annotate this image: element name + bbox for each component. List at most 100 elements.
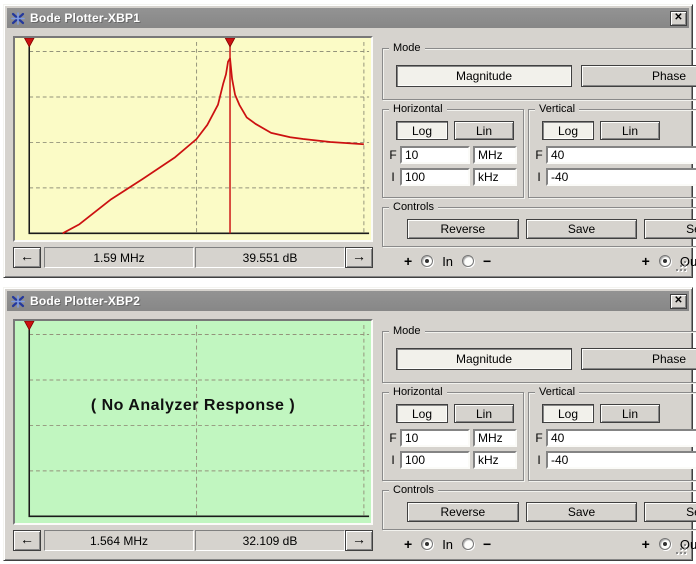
plot-column: ( No Analyzer Response ) ← 1.564 MHz 32.… xyxy=(13,319,373,558)
io-terminals-row: + In − + Out − xyxy=(382,253,696,269)
vertical-group-label: Vertical xyxy=(535,386,579,399)
bode-plot-area[interactable] xyxy=(13,36,373,242)
vertical-lin-button[interactable]: Lin xyxy=(600,121,660,140)
horizontal-initial-label: I xyxy=(389,170,397,184)
vertical-final-label: F xyxy=(535,148,543,162)
in-plus-radio[interactable] xyxy=(421,538,433,550)
cursor-statusbar: ← 1.564 MHz 32.109 dB → xyxy=(13,530,373,551)
vertical-initial-label: I xyxy=(535,170,543,184)
horizontal-final-value-input[interactable] xyxy=(400,146,470,164)
settings-panel: Mode Magnitude Phase Horizontal Log Lin … xyxy=(382,319,696,558)
vertical-lin-button[interactable]: Lin xyxy=(600,404,660,423)
controls-group-label: Controls xyxy=(389,201,438,214)
horizontal-final-unit[interactable]: MHz xyxy=(473,429,517,447)
cursor-gain-readout: 39.551 dB xyxy=(195,247,345,268)
cursor-frequency-readout: 1.564 MHz xyxy=(44,530,194,551)
in-minus-label: − xyxy=(483,536,491,552)
cursor-statusbar: ← 1.59 MHz 39.551 dB → xyxy=(13,247,373,268)
cursor-right-button[interactable]: → xyxy=(345,247,373,268)
magnitude-button[interactable]: Magnitude xyxy=(396,348,572,370)
vertical-final-value-input[interactable] xyxy=(546,429,696,447)
horizontal-lin-button[interactable]: Lin xyxy=(454,404,514,423)
in-minus-radio[interactable] xyxy=(462,255,474,267)
phase-button[interactable]: Phase xyxy=(581,65,696,87)
mode-group-label: Mode xyxy=(389,325,425,338)
reverse-button[interactable]: Reverse xyxy=(407,219,519,239)
plot-column: ← 1.59 MHz 39.551 dB → xyxy=(13,36,373,275)
out-plus-radio[interactable] xyxy=(659,255,671,267)
vertical-initial-label: I xyxy=(535,453,543,467)
resize-grip[interactable] xyxy=(676,544,688,556)
set-button[interactable]: Set... xyxy=(644,502,696,522)
vertical-initial-value-input[interactable] xyxy=(546,451,696,469)
in-plus-label: + xyxy=(404,253,412,269)
horizontal-lin-button[interactable]: Lin xyxy=(454,121,514,140)
vertical-groupbox: Vertical Log Lin F dB I dB xyxy=(528,392,696,481)
in-minus-label: − xyxy=(483,253,491,269)
vertical-group-label: Vertical xyxy=(535,103,579,116)
horizontal-final-value-input[interactable] xyxy=(400,429,470,447)
vertical-final-value-input[interactable] xyxy=(546,146,696,164)
save-button[interactable]: Save xyxy=(526,219,638,239)
horizontal-group-label: Horizontal xyxy=(389,103,447,116)
out-plus-radio[interactable] xyxy=(659,538,671,550)
cursor-right-button[interactable]: → xyxy=(345,530,373,551)
horizontal-initial-value-input[interactable] xyxy=(400,451,470,469)
window-title: Bode Plotter-XBP1 xyxy=(30,11,665,25)
resize-grip[interactable] xyxy=(676,261,688,273)
horizontal-groupbox: Horizontal Log Lin F MHz I kHz xyxy=(382,392,524,481)
cursor-left-button[interactable]: ← xyxy=(13,247,41,268)
controls-group-label: Controls xyxy=(389,484,438,497)
titlebar[interactable]: Bode Plotter-XBP2 ✕ xyxy=(7,291,689,311)
horizontal-log-button[interactable]: Log xyxy=(396,404,448,423)
horizontal-group-label: Horizontal xyxy=(389,386,447,399)
in-minus-radio[interactable] xyxy=(462,538,474,550)
titlebar[interactable]: Bode Plotter-XBP1 ✕ xyxy=(7,8,689,28)
horizontal-initial-unit[interactable]: kHz xyxy=(473,451,517,469)
mode-groupbox: Mode Magnitude Phase xyxy=(382,331,696,383)
bode-plot-chart xyxy=(15,38,371,240)
bode-plotter-app-icon xyxy=(11,295,25,308)
in-label: In xyxy=(442,537,453,552)
horizontal-groupbox: Horizontal Log Lin F MHz I kHz xyxy=(382,109,524,198)
in-plus-label: + xyxy=(404,536,412,552)
controls-groupbox: Controls Reverse Save Set... xyxy=(382,490,696,530)
close-button[interactable]: ✕ xyxy=(670,294,687,309)
out-plus-label: + xyxy=(642,536,650,552)
cursor-frequency-readout: 1.59 MHz xyxy=(44,247,194,268)
horizontal-initial-label: I xyxy=(389,453,397,467)
vertical-final-label: F xyxy=(535,431,543,445)
set-button[interactable]: Set... xyxy=(644,219,696,239)
horizontal-final-unit[interactable]: MHz xyxy=(473,146,517,164)
horizontal-log-button[interactable]: Log xyxy=(396,121,448,140)
reverse-button[interactable]: Reverse xyxy=(407,502,519,522)
bode-plotter-window-xbp1: Bode Plotter-XBP1 ✕ ← 1.59 MHz 39.551 dB… xyxy=(3,4,693,278)
window-title: Bode Plotter-XBP2 xyxy=(30,294,665,308)
window-content: ← 1.59 MHz 39.551 dB → Mode Magnitude Ph… xyxy=(7,28,689,275)
in-plus-radio[interactable] xyxy=(421,255,433,267)
cursor-gain-readout: 32.109 dB xyxy=(195,530,345,551)
in-label: In xyxy=(442,254,453,269)
window-content: ( No Analyzer Response ) ← 1.564 MHz 32.… xyxy=(7,311,689,558)
vertical-log-button[interactable]: Log xyxy=(542,121,594,140)
close-button[interactable]: ✕ xyxy=(670,11,687,26)
bode-plotter-window-xbp2: Bode Plotter-XBP2 ✕ ( No Analyzer Respon… xyxy=(3,287,693,561)
axis-settings-row: Horizontal Log Lin F MHz I kHz xyxy=(382,392,696,481)
horizontal-initial-unit[interactable]: kHz xyxy=(473,168,517,186)
settings-panel: Mode Magnitude Phase Horizontal Log Lin … xyxy=(382,36,696,275)
io-terminals-row: + In − + Out − xyxy=(382,536,696,552)
vertical-log-button[interactable]: Log xyxy=(542,404,594,423)
bode-plot-chart xyxy=(15,321,371,523)
mode-group-label: Mode xyxy=(389,42,425,55)
axis-settings-row: Horizontal Log Lin F MHz I kHz xyxy=(382,109,696,198)
save-button[interactable]: Save xyxy=(526,502,638,522)
bode-plotter-app-icon xyxy=(11,12,25,25)
cursor-left-button[interactable]: ← xyxy=(13,530,41,551)
mode-groupbox: Mode Magnitude Phase xyxy=(382,48,696,100)
bode-plot-area[interactable]: ( No Analyzer Response ) xyxy=(13,319,373,525)
phase-button[interactable]: Phase xyxy=(581,348,696,370)
controls-groupbox: Controls Reverse Save Set... xyxy=(382,207,696,247)
magnitude-button[interactable]: Magnitude xyxy=(396,65,572,87)
vertical-initial-value-input[interactable] xyxy=(546,168,696,186)
horizontal-initial-value-input[interactable] xyxy=(400,168,470,186)
